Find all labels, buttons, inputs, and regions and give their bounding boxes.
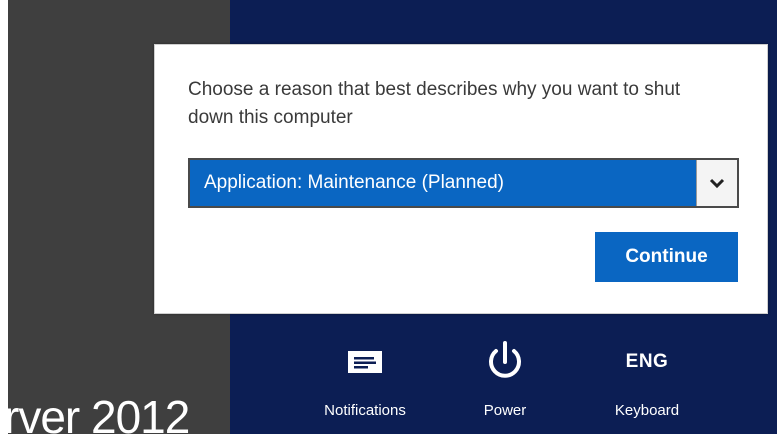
charm-keyboard[interactable]: ENG Keyboard xyxy=(597,340,697,419)
dropdown-arrow[interactable] xyxy=(696,160,737,206)
shutdown-reason-dialog: Choose a reason that best describes why … xyxy=(154,44,768,314)
continue-button[interactable]: Continue xyxy=(595,232,738,282)
charm-notifications[interactable]: Notifications xyxy=(313,340,417,419)
brand-text: rver 2012 xyxy=(8,391,190,434)
charm-label-notifications: Notifications xyxy=(324,402,406,419)
charm-label-keyboard: Keyboard xyxy=(614,402,680,419)
dialog-prompt: Choose a reason that best describes why … xyxy=(188,79,681,128)
charm-label-power: Power xyxy=(483,402,527,419)
charm-power[interactable]: Power xyxy=(465,340,545,419)
keyboard-language-text: ENG xyxy=(625,351,669,372)
keyboard-language-indicator: ENG xyxy=(626,340,669,384)
power-icon xyxy=(485,340,525,384)
selected-reason: Application: Maintenance (Planned) xyxy=(204,172,504,193)
notifications-icon xyxy=(346,340,384,384)
shutdown-reason-select[interactable]: Application: Maintenance (Planned) xyxy=(188,158,739,208)
chevron-down-icon xyxy=(709,178,725,189)
